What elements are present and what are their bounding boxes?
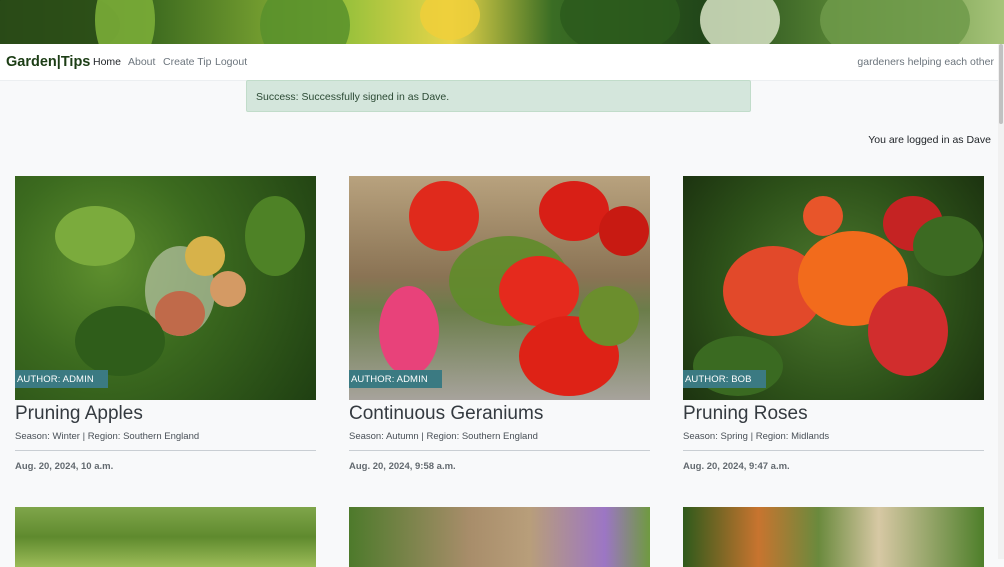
author-badge: AUTHOR: BOB: [683, 370, 766, 388]
tip-title[interactable]: Pruning Apples: [15, 403, 316, 425]
alert-message: Success: Successfully signed in as Dave.: [256, 91, 450, 103]
brand-logo[interactable]: Garden|Tips: [6, 54, 90, 70]
login-status: You are logged in as Dave: [868, 134, 991, 146]
nav-create-tip[interactable]: Create Tip: [163, 56, 211, 68]
author-badge: AUTHOR: ADMIN: [349, 370, 442, 388]
divider: [349, 450, 650, 451]
nav-logout[interactable]: Logout: [215, 56, 247, 68]
tip-meta: Season: Winter | Region: Southern Englan…: [15, 431, 200, 442]
author-badge: AUTHOR: ADMIN: [15, 370, 108, 388]
success-alert: Success: Successfully signed in as Dave.: [246, 80, 751, 112]
tip-card[interactable]: AUTHOR: BOB Pruning Roses Season: Spring…: [683, 176, 984, 472]
nav-home[interactable]: Home: [93, 56, 121, 68]
tip-title[interactable]: Pruning Roses: [683, 403, 984, 425]
tip-date: Aug. 20, 2024, 10 a.m.: [15, 461, 114, 472]
navbar: Garden|Tips Home About Create Tip Logout…: [0, 44, 1004, 81]
tip-date: Aug. 20, 2024, 9:47 a.m.: [683, 461, 790, 472]
tip-meta: Season: Autumn | Region: Southern Englan…: [349, 431, 538, 442]
tip-image-row2-2[interactable]: [349, 507, 650, 567]
tagline: gardeners helping each other: [857, 56, 994, 68]
tip-title[interactable]: Continuous Geraniums: [349, 403, 650, 425]
divider: [15, 450, 316, 451]
tip-card[interactable]: AUTHOR: ADMIN Continuous Geraniums Seaso…: [349, 176, 650, 472]
tip-image-row2-3[interactable]: [683, 507, 984, 567]
nav-about[interactable]: About: [128, 56, 155, 68]
scrollbar-thumb[interactable]: [999, 44, 1003, 124]
page-scrollbar[interactable]: [998, 44, 1004, 559]
tip-image-row2-1[interactable]: [15, 507, 316, 567]
tip-image-roses[interactable]: AUTHOR: BOB: [683, 176, 984, 400]
hero-banner-image: [0, 0, 1004, 44]
tip-image-geraniums[interactable]: AUTHOR: ADMIN: [349, 176, 650, 400]
tip-date: Aug. 20, 2024, 9:58 a.m.: [349, 461, 456, 472]
divider: [683, 450, 984, 451]
tip-image-apples[interactable]: AUTHOR: ADMIN: [15, 176, 316, 400]
tip-card[interactable]: AUTHOR: ADMIN Pruning Apples Season: Win…: [15, 176, 316, 472]
tip-meta: Season: Spring | Region: Midlands: [683, 431, 830, 442]
